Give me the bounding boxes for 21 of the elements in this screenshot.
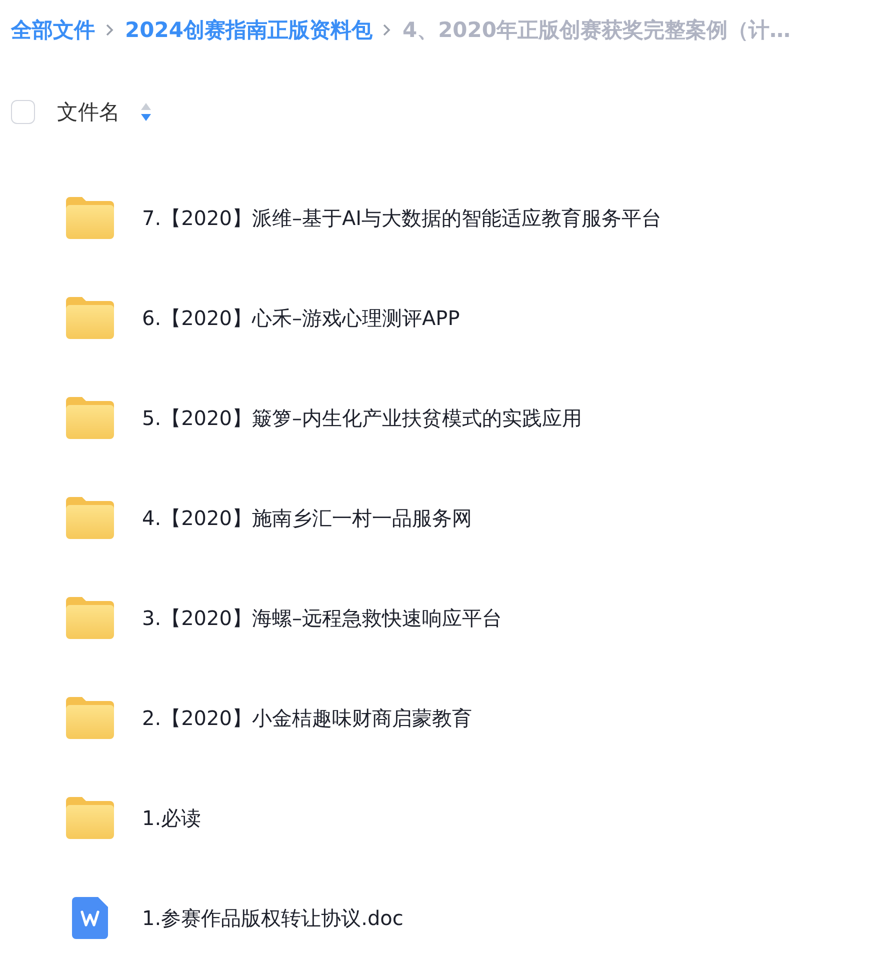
file-name[interactable]: 1.必读 [142, 804, 202, 832]
folder-icon [66, 197, 114, 239]
folder-icon [66, 297, 114, 339]
file-name[interactable]: 6.【2020】心禾–游戏心理测评APP [142, 304, 460, 332]
file-name[interactable]: 1.参赛作品版权转让协议.doc [142, 904, 404, 932]
folder-icon [66, 797, 114, 839]
chevron-icon [105, 23, 115, 37]
folder-icon [66, 597, 114, 639]
file-name[interactable]: 2.【2020】小金桔趣味财商启蒙教育 [142, 704, 472, 732]
file-name[interactable]: 4.【2020】施南乡汇一村一品服务网 [142, 504, 472, 532]
folder-icon [66, 697, 114, 739]
chevron-icon [382, 23, 392, 37]
sort-icon[interactable] [140, 101, 152, 123]
column-header: 文件名 [57, 99, 120, 126]
file-name[interactable]: 3.【2020】海螺–远程急救快速响应平台 [142, 604, 502, 632]
folder-icon [66, 497, 114, 539]
document-icon [72, 897, 108, 939]
file-name[interactable]: 7.【2020】派维–基于AI与大数据的智能适应教育服务平台 [142, 204, 662, 232]
file-name[interactable]: 5.【2020】簸箩–内生化产业扶贫模式的实践应用 [142, 404, 582, 432]
checkbox[interactable] [11, 100, 35, 124]
folder-icon [66, 397, 114, 439]
